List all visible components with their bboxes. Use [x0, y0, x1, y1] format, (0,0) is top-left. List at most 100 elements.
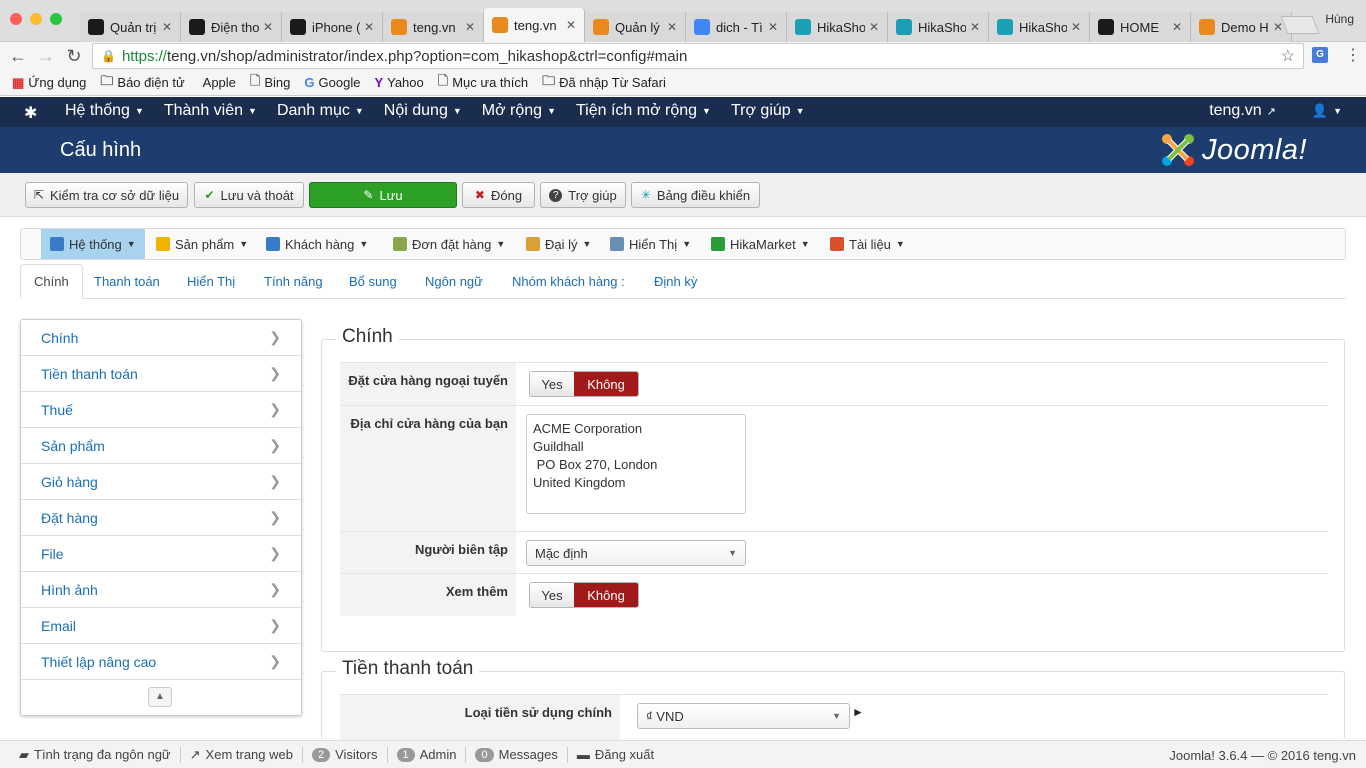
close-tab-icon[interactable]: ✕ [1273, 20, 1283, 34]
readmore-yes-option[interactable]: Yes [530, 583, 574, 607]
close-tab-icon[interactable]: ✕ [970, 20, 980, 34]
joomla-menu-item[interactable]: Danh mục ▼ [277, 102, 364, 120]
side-menu-item[interactable]: Giỏ hàng ❯ [21, 464, 301, 500]
currency-edit-arrow-icon[interactable]: ► [852, 705, 864, 719]
user-menu[interactable]: 👤 ▼ [1312, 102, 1342, 120]
profile-name[interactable]: Hùng [1325, 12, 1354, 26]
side-menu-item[interactable]: Hình ảnh ❯ [21, 572, 301, 608]
config-tab[interactable]: Chính [20, 264, 83, 299]
joomla-menu-item[interactable]: Nội dung ▼ [384, 102, 462, 120]
site-link[interactable]: teng.vn ↗ [1209, 102, 1276, 120]
view-site-link[interactable]: ↗ Xem trang web [181, 746, 303, 763]
close-tab-icon[interactable]: ✕ [1071, 20, 1081, 34]
bookmark-item[interactable]: ▦ Ứng dụng [12, 75, 86, 91]
config-tab[interactable]: Hiển Thị [174, 264, 248, 299]
browser-tab[interactable]: HikaShop ✕ [787, 12, 888, 42]
url-bar[interactable]: 🔒 https://teng.vn/shop/administrator/ind… [92, 43, 1304, 69]
close-tab-icon[interactable]: ✕ [465, 20, 475, 34]
forward-icon[interactable]: → [36, 46, 56, 67]
close-tab-icon[interactable]: ✕ [263, 20, 273, 34]
bookmark-item[interactable]: Apple [199, 75, 236, 90]
hikashop-menu-item[interactable]: Đại lý ▼ [517, 229, 600, 259]
hikashop-menu-item[interactable]: Sản phẩm ▼ [147, 229, 257, 259]
joomla-menu-item[interactable]: Thành viên ▼ [164, 102, 257, 120]
browser-tab[interactable]: HOME ✕ [1090, 12, 1191, 42]
joomla-menu-item[interactable]: Tiện ích mở rộng ▼ [576, 102, 711, 120]
reload-icon[interactable]: ↻ [64, 46, 84, 67]
admin-status[interactable]: 1 Admin [388, 746, 467, 763]
back-icon[interactable]: ← [8, 46, 28, 67]
close-tab-icon[interactable]: ✕ [364, 20, 374, 34]
side-menu-item[interactable]: Sản phẩm ❯ [21, 428, 301, 464]
joomla-menu-item[interactable]: Hệ thống ▼ [65, 102, 144, 120]
hikashop-menu-item[interactable]: Tài liệu ▼ [821, 229, 914, 259]
zoom-window-button[interactable] [50, 13, 62, 25]
close-tab-icon[interactable]: ✕ [566, 18, 576, 32]
browser-tab[interactable]: HikaShop ✕ [888, 12, 989, 42]
minimize-window-button[interactable] [30, 13, 42, 25]
config-tab[interactable]: Thanh toán [81, 264, 173, 299]
browser-tab[interactable]: HikaShop ✕ [989, 12, 1090, 42]
currency-select[interactable]: ₫ VND ▼ [637, 703, 850, 729]
browser-tab[interactable]: teng.vn ✕ [383, 12, 484, 42]
bookmark-item[interactable]: Y Yahoo [374, 75, 423, 90]
side-menu-item[interactable]: Thiết lập nâng cao ❯ [21, 644, 301, 680]
browser-tab[interactable]: dich - Tì ✕ [686, 12, 787, 42]
joomla-logo-icon[interactable]: ✱ [24, 103, 37, 123]
bookmark-star-icon[interactable]: ☆ [1281, 46, 1295, 66]
bookmark-item[interactable]: 🗀 Đã nhập Từ Safari [542, 72, 666, 94]
hikashop-menu-item[interactable]: Hệ thống ▼ [41, 229, 145, 259]
close-tab-icon[interactable]: ✕ [667, 20, 677, 34]
side-menu-item[interactable]: Email ❯ [21, 608, 301, 644]
close-tab-icon[interactable]: ✕ [1172, 20, 1182, 34]
editor-select[interactable]: Mặc định ▼ [526, 540, 746, 566]
offline-yes-option[interactable]: Yes [530, 372, 574, 396]
browser-tab[interactable]: Điện thoại ✕ [181, 12, 282, 42]
offline-no-option[interactable]: Không [574, 372, 638, 396]
side-menu-item[interactable]: Tiền thanh toán ❯ [21, 356, 301, 392]
config-tab[interactable]: Tính năng [251, 264, 336, 299]
hikashop-menu-item[interactable]: Đơn đặt hàng ▼ [384, 229, 514, 259]
dashboard-button[interactable]: ✳ Bảng điều khiển [631, 182, 760, 208]
save-button[interactable]: ✎ Lưu [309, 182, 457, 208]
hikashop-menu-item[interactable]: HikaMarket ▼ [702, 229, 819, 259]
side-menu-item[interactable]: Thuế ❯ [21, 392, 301, 428]
messages-status[interactable]: 0 Messages [466, 746, 568, 763]
browser-tab[interactable]: Demo H ✕ [1191, 12, 1292, 42]
visitors-status[interactable]: 2 Visitors [303, 746, 388, 763]
close-window-button[interactable] [10, 13, 22, 25]
config-tab[interactable]: Ngôn ngữ [412, 264, 496, 299]
bookmark-item[interactable]: G Google [304, 75, 360, 90]
close-tab-icon[interactable]: ✕ [162, 20, 172, 34]
browser-tab[interactable]: Quản trị ✕ [80, 12, 181, 42]
config-tab[interactable]: Bổ sung [336, 264, 410, 299]
bookmark-item[interactable]: 🗋 Mục ưa thích [438, 72, 528, 94]
new-tab-button[interactable] [1280, 16, 1320, 34]
translate-extension-icon[interactable]: G [1312, 47, 1328, 63]
config-tab[interactable]: Định kỳ [641, 264, 710, 299]
browser-tab[interactable]: teng.vn ✕ [484, 8, 585, 42]
check-database-button[interactable]: ⇱ Kiểm tra cơ sở dữ liệu [25, 182, 188, 208]
hikashop-menu-item[interactable]: Hiển Thị ▼ [601, 229, 700, 259]
multilang-status[interactable]: ▰ Tình trạng đa ngôn ngữ [10, 746, 181, 763]
collapse-menu-button[interactable]: ▲ [148, 687, 172, 707]
close-tab-icon[interactable]: ✕ [869, 20, 879, 34]
side-menu-item[interactable]: Đặt hàng ❯ [21, 500, 301, 536]
help-button[interactable]: ? Trợ giúp [540, 182, 626, 208]
readmore-no-option[interactable]: Không [574, 583, 638, 607]
address-textarea[interactable]: ACME Corporation Guildhall PO Box 270, L… [526, 414, 746, 514]
browser-tab[interactable]: Quản lý ✕ [585, 12, 686, 42]
browser-tab[interactable]: iPhone (✕ [282, 12, 383, 42]
bookmark-item[interactable]: 🗀 Báo điện tử [100, 72, 184, 94]
close-tab-icon[interactable]: ✕ [768, 20, 778, 34]
browser-menu-icon[interactable]: ⋮ [1345, 45, 1361, 65]
joomla-menu-item[interactable]: Trợ giúp ▼ [731, 102, 805, 120]
close-button[interactable]: ✖ Đóng [462, 182, 535, 208]
config-tab[interactable]: Nhóm khách hàng : [499, 264, 638, 299]
side-menu-item[interactable]: Chính ❯ [21, 320, 301, 356]
hikashop-menu-item[interactable]: Khách hàng ▼ [257, 229, 377, 259]
save-close-button[interactable]: ✔ Lưu và thoát [194, 182, 304, 208]
joomla-menu-item[interactable]: Mở rộng ▼ [482, 102, 556, 120]
side-menu-item[interactable]: File ❯ [21, 536, 301, 572]
bookmark-item[interactable]: 🗋 Bing [250, 72, 290, 94]
